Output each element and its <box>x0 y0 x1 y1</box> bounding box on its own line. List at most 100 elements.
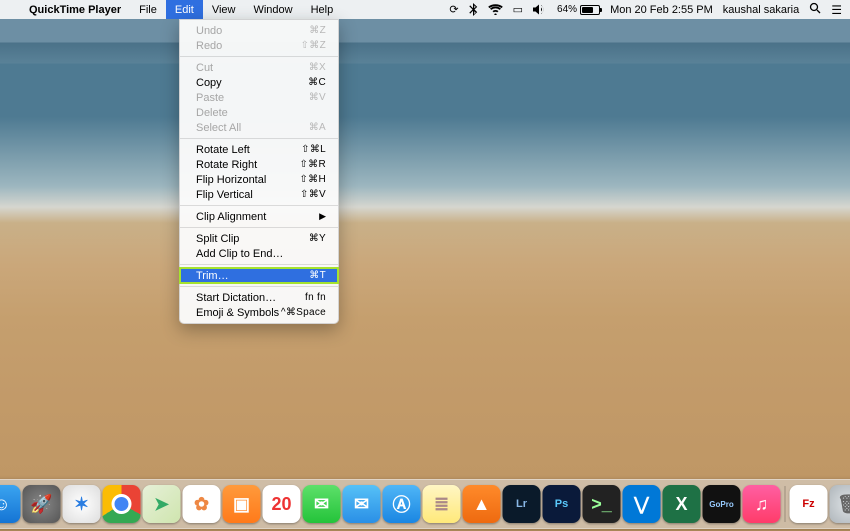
menu-item-flip-vertical[interactable]: Flip Vertical ⇧⌘V <box>180 187 338 202</box>
menu-window[interactable]: Window <box>244 0 301 19</box>
dock: ☺🚀✶➤✿▣20✉✉Ⓐ≣▲LrPs>_⋁XGoPro♫Fz🗑 <box>0 479 850 529</box>
menu-item-copy[interactable]: Copy ⌘C <box>180 75 338 90</box>
clock[interactable]: Mon 20 Feb 2:55 PM <box>610 4 713 16</box>
menu-item-rotate-right[interactable]: Rotate Right⇧⌘R <box>180 157 338 172</box>
dock-finder-icon[interactable]: ☺ <box>0 485 21 523</box>
menu-item-shortcut: ⌘T <box>309 270 326 281</box>
dock-chrome-icon[interactable] <box>103 485 141 523</box>
dock-photos-icon[interactable]: ✿ <box>183 485 221 523</box>
bluetooth-icon[interactable] <box>469 3 478 16</box>
dock-gopro-icon[interactable]: GoPro <box>703 485 741 523</box>
menu-edit[interactable]: Edit <box>166 0 203 19</box>
menu-item-label: Undo <box>196 25 222 37</box>
dock-safari-icon[interactable]: ✶ <box>63 485 101 523</box>
menu-item-shortcut: fn fn <box>305 292 326 303</box>
menu-item-shortcut: ⇧⌘L <box>301 144 326 155</box>
user-name[interactable]: kaushal sakaria <box>723 4 799 16</box>
volume-icon[interactable] <box>533 4 547 15</box>
submenu-arrow-icon: ▶ <box>319 211 326 222</box>
edit-dropdown: Undo⌘ZRedo⇧⌘ZCut⌘XCopy⌘CPaste⌘VDeleteSel… <box>179 19 339 324</box>
dock-notes-icon[interactable]: ≣ <box>423 485 461 523</box>
menu-item-paste: Paste ⌘V <box>180 90 338 105</box>
menu-item-select-all: Select All ⌘A <box>180 120 338 135</box>
dock-mail-icon[interactable]: ✉ <box>343 485 381 523</box>
menu-item-label: Cut <box>196 62 213 74</box>
backup-icon[interactable]: ⟳ <box>449 3 458 16</box>
dock-filezilla-icon[interactable]: Fz <box>790 485 828 523</box>
menu-item-shortcut: ⌘Y <box>309 233 326 244</box>
menu-item-label: Flip Horizontal <box>196 174 266 186</box>
spotlight-icon[interactable] <box>809 2 821 17</box>
dock-terminal-icon[interactable]: >_ <box>583 485 621 523</box>
dock-photoshop-icon[interactable]: Ps <box>543 485 581 523</box>
menu-item-label: Emoji & Symbols <box>196 307 279 319</box>
menu-item-emoji-symbols[interactable]: Emoji & Symbols^⌘Space <box>180 305 338 320</box>
app-name[interactable]: QuickTime Player <box>20 4 130 16</box>
dock-messages-icon[interactable]: ✉ <box>303 485 341 523</box>
menu-separator <box>180 56 338 57</box>
menu-item-label: Rotate Left <box>196 144 250 156</box>
menu-file[interactable]: File <box>130 0 166 19</box>
menu-item-cut: Cut ⌘X <box>180 60 338 75</box>
menu-item-label: Redo <box>196 40 222 52</box>
menu-separator <box>180 286 338 287</box>
menu-item-start-dictation[interactable]: Start Dictation… fn fn <box>180 290 338 305</box>
menu-item-label: Clip Alignment <box>196 211 266 223</box>
menu-item-label: Start Dictation… <box>196 292 276 304</box>
menu-item-shortcut: ⌘V <box>309 92 326 103</box>
menu-item-label: Delete <box>196 107 228 119</box>
menu-separator <box>180 227 338 228</box>
menu-item-trim[interactable]: Trim… ⌘T <box>180 268 338 283</box>
menu-separator <box>180 138 338 139</box>
menubar-left: QuickTime Player File Edit View Window H… <box>8 0 342 19</box>
menu-item-redo: Redo ⇧⌘Z <box>180 38 338 53</box>
menu-item-shortcut: ⇧⌘H <box>299 174 326 185</box>
dock-separator <box>785 486 786 522</box>
dock-trash-icon[interactable]: 🗑 <box>830 485 850 523</box>
menu-separator <box>180 205 338 206</box>
menu-item-shortcut: ⇧⌘Z <box>301 40 326 51</box>
dock-vscode-icon[interactable]: ⋁ <box>623 485 661 523</box>
menu-item-delete: Delete <box>180 105 338 120</box>
menu-item-clip-alignment[interactable]: Clip Alignment ▶ <box>180 209 338 224</box>
menu-item-label: Trim… <box>196 270 229 282</box>
menu-item-label: Paste <box>196 92 224 104</box>
battery-status[interactable]: 64% <box>557 4 600 15</box>
menu-help[interactable]: Help <box>302 0 343 19</box>
menu-item-label: Select All <box>196 122 241 134</box>
menu-item-shortcut: ⌘Z <box>309 25 326 36</box>
menu-view[interactable]: View <box>203 0 245 19</box>
display-icon[interactable]: ▭ <box>513 3 523 16</box>
menu-item-shortcut: ⌘C <box>308 77 326 88</box>
dock-calendar-icon[interactable]: 20 <box>263 485 301 523</box>
menu-item-split-clip[interactable]: Split Clip ⌘Y <box>180 231 338 246</box>
menu-item-shortcut: ⌘X <box>309 62 326 73</box>
menu-item-label: Add Clip to End… <box>196 248 283 260</box>
menu-item-label: Copy <box>196 77 222 89</box>
menubar-right: ⟳ ▭ 64% Mon 20 Feb 2:55 PM kaushal sakar… <box>449 2 842 17</box>
dock-vlc-icon[interactable]: ▲ <box>463 485 501 523</box>
menu-item-label: Flip Vertical <box>196 189 253 201</box>
battery-percent: 64% <box>557 4 577 15</box>
dock-excel-icon[interactable]: X <box>663 485 701 523</box>
dock-applemusic-icon[interactable]: ♫ <box>743 485 781 523</box>
notification-center-icon[interactable]: ☰ <box>831 3 842 17</box>
dock-maps-icon[interactable]: ➤ <box>143 485 181 523</box>
menu-item-shortcut: ^⌘Space <box>281 307 326 318</box>
menu-item-shortcut: ⇧⌘R <box>299 159 326 170</box>
battery-icon <box>580 5 600 15</box>
menu-item-flip-horizontal[interactable]: Flip Horizontal ⇧⌘H <box>180 172 338 187</box>
menu-item-shortcut: ⇧⌘V <box>300 189 326 200</box>
menu-item-shortcut: ⌘A <box>309 122 326 133</box>
dock-lightroom-icon[interactable]: Lr <box>503 485 541 523</box>
menu-item-add-clip-to-end[interactable]: Add Clip to End… <box>180 246 338 261</box>
desktop: QuickTime Player File Edit View Window H… <box>0 0 850 531</box>
menu-item-rotate-left[interactable]: Rotate Left ⇧⌘L <box>180 142 338 157</box>
menubar: QuickTime Player File Edit View Window H… <box>0 0 850 19</box>
dock-ibooks-icon[interactable]: ▣ <box>223 485 261 523</box>
menu-item-label: Split Clip <box>196 233 239 245</box>
dock-appstore-icon[interactable]: Ⓐ <box>383 485 421 523</box>
wifi-icon[interactable] <box>488 4 503 15</box>
menu-separator <box>180 264 338 265</box>
dock-launchpad-icon[interactable]: 🚀 <box>23 485 61 523</box>
